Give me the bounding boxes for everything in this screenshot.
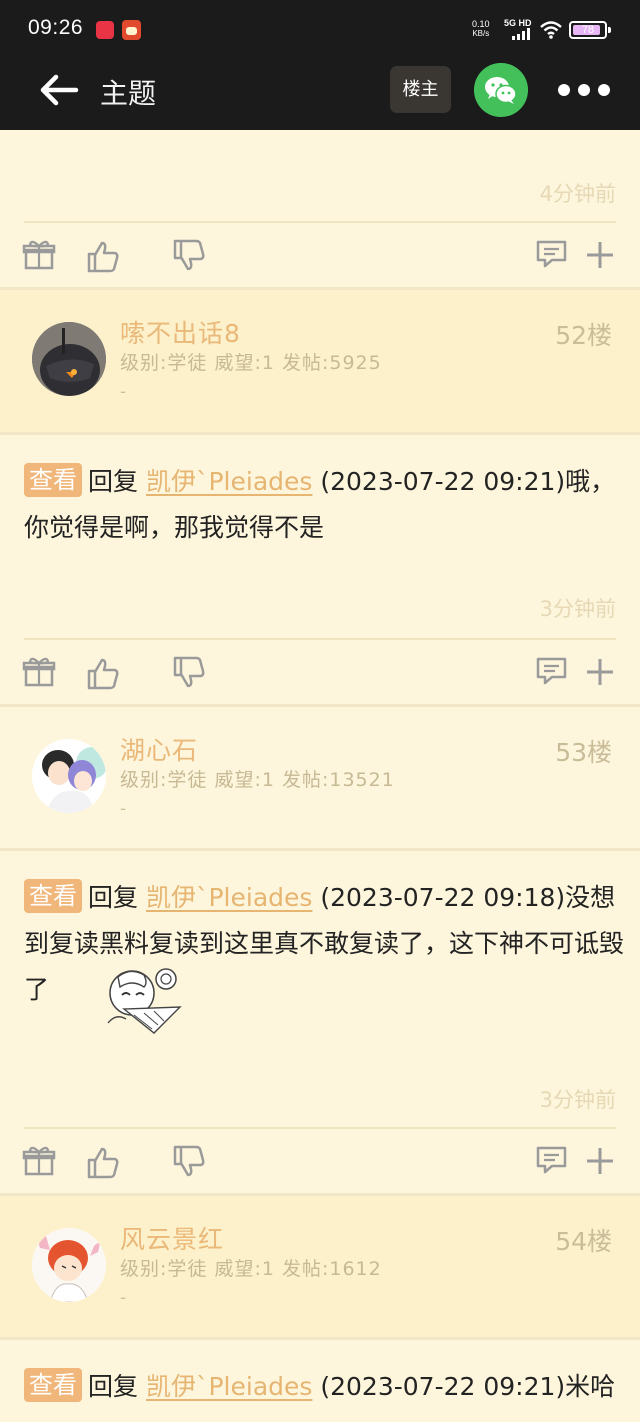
- view-tag[interactable]: 查看: [24, 1368, 82, 1402]
- post-text: 查看 回复 凯伊`Pleiades (2023-07-22 09:21)米哈: [24, 1364, 624, 1410]
- post-time: 3分钟前: [539, 597, 616, 621]
- network-speed-value: 0.10: [472, 19, 490, 29]
- floor-number: 53楼: [555, 738, 612, 767]
- user-signature: -: [120, 799, 127, 819]
- divider: [24, 638, 616, 640]
- page-title: 主题: [100, 77, 157, 110]
- status-bar: 09:26 0.10 KB/s 5G HD 78: [0, 0, 640, 58]
- divider: [24, 1127, 616, 1129]
- dislike-icon[interactable]: [172, 1144, 206, 1178]
- post-text: 查看 回复 凯伊`Pleiades (2023-07-22 09:21)哦，你觉得…: [24, 459, 624, 551]
- more-icon[interactable]: [556, 80, 612, 100]
- post-header: 湖心石 级别:学徒 威望:1 发帖:13521 - 53楼: [0, 707, 640, 848]
- post-actions: [0, 1132, 640, 1192]
- post-body: 查看 回复 凯伊`Pleiades (2023-07-22 09:18)没想到复读…: [0, 851, 640, 1195]
- add-icon[interactable]: [583, 238, 617, 272]
- sticker-emoji: [107, 968, 182, 1034]
- op-only-button[interactable]: 楼主: [390, 66, 451, 113]
- user-info: 级别:学徒 威望:1 发帖:13521: [120, 769, 395, 791]
- user-signature: -: [120, 382, 127, 402]
- battery-icon: 78: [569, 21, 611, 39]
- app-notification-icon-2: [122, 20, 141, 40]
- back-arrow-icon[interactable]: [38, 72, 80, 108]
- reply-text: (2023-07-22 09:21)米哈: [312, 1372, 616, 1401]
- post-body: 查看 回复 凯伊`Pleiades (2023-07-22 09:21)哦，你觉得…: [0, 435, 640, 705]
- status-time: 09:26: [28, 16, 84, 39]
- comment-icon[interactable]: [535, 238, 569, 272]
- user-info: 级别:学徒 威望:1 发帖:1612: [120, 1258, 382, 1280]
- reply-prefix: 回复: [88, 883, 139, 912]
- comment-icon[interactable]: [535, 655, 569, 689]
- post-actions: [0, 643, 640, 703]
- floor-number: 54楼: [555, 1227, 612, 1256]
- reply-user-link[interactable]: 凯伊`Pleiades: [146, 467, 312, 496]
- thread-content: 4分钟前 嗦不出话8 级别:学徒 威望:1 发帖:5925 - 52楼 查看 回…: [0, 130, 640, 1422]
- gift-icon[interactable]: [22, 655, 56, 689]
- network-speed-unit: KB/s: [472, 29, 490, 38]
- post-body: 查看 回复 凯伊`Pleiades (2023-07-22 09:21)米哈: [0, 1340, 640, 1422]
- reply-user-link[interactable]: 凯伊`Pleiades: [146, 1372, 312, 1401]
- reply-prefix: 回复: [88, 1372, 139, 1401]
- gift-icon[interactable]: [22, 1144, 56, 1178]
- view-tag[interactable]: 查看: [24, 879, 82, 913]
- username[interactable]: 嗦不出话8: [120, 314, 241, 350]
- like-icon[interactable]: [86, 240, 120, 274]
- reply-user-link[interactable]: 凯伊`Pleiades: [146, 883, 312, 912]
- wechat-icon[interactable]: [474, 63, 528, 117]
- post-header: 风云景红 级别:学徒 威望:1 发帖:1612 - 54楼: [0, 1196, 640, 1337]
- avatar[interactable]: [32, 739, 106, 813]
- add-icon[interactable]: [583, 1144, 617, 1178]
- app-notification-icon: [96, 21, 114, 39]
- post-time: 3分钟前: [539, 1088, 616, 1112]
- network-type: 5G HD: [504, 18, 532, 28]
- reply-prefix: 回复: [88, 467, 139, 496]
- dislike-icon[interactable]: [172, 655, 206, 689]
- app-bar: 主题 楼主: [0, 58, 640, 130]
- divider: [24, 221, 616, 223]
- username[interactable]: 湖心石: [120, 731, 198, 767]
- post-body: 4分钟前: [0, 130, 640, 290]
- comment-icon[interactable]: [535, 1144, 569, 1178]
- post-header: 嗦不出话8 级别:学徒 威望:1 发帖:5925 - 52楼: [0, 290, 640, 432]
- like-icon[interactable]: [86, 657, 120, 691]
- avatar[interactable]: [32, 322, 106, 396]
- avatar[interactable]: [32, 1228, 106, 1302]
- add-icon[interactable]: [583, 655, 617, 689]
- dislike-icon[interactable]: [172, 238, 206, 272]
- signal-icon: [512, 28, 534, 40]
- post-actions: [0, 226, 640, 286]
- like-icon[interactable]: [86, 1146, 120, 1180]
- battery-level: 78: [581, 24, 595, 36]
- wifi-icon: [540, 21, 562, 39]
- network-speed: 0.10 KB/s: [472, 19, 490, 39]
- username[interactable]: 风云景红: [120, 1220, 224, 1256]
- post-time: 4分钟前: [539, 182, 616, 206]
- view-tag[interactable]: 查看: [24, 463, 82, 497]
- floor-number: 52楼: [555, 321, 612, 350]
- user-signature: -: [120, 1288, 127, 1308]
- gift-icon[interactable]: [22, 238, 56, 272]
- user-info: 级别:学徒 威望:1 发帖:5925: [120, 352, 382, 374]
